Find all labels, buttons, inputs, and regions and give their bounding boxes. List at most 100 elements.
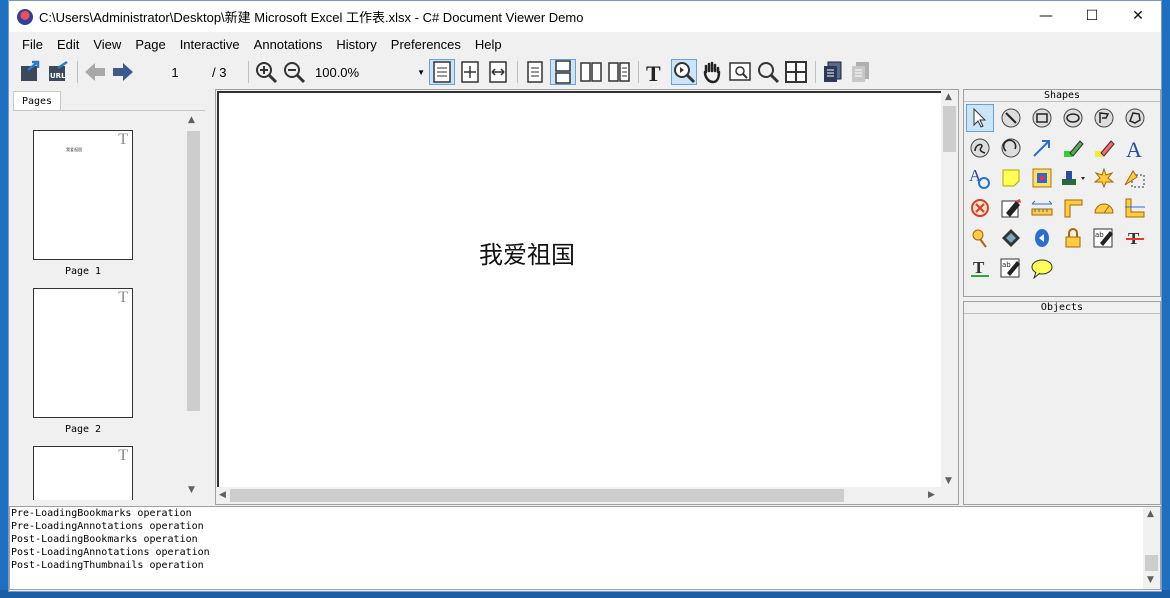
text-select-icon[interactable]: T: [643, 59, 669, 85]
callout-icon[interactable]: [1028, 254, 1056, 282]
fit-width-icon[interactable]: [485, 59, 511, 85]
line-icon[interactable]: [997, 104, 1025, 132]
zoom-tool-icon[interactable]: [671, 59, 697, 85]
pencil-icon[interactable]: [1090, 134, 1118, 162]
log-scrollbar[interactable]: ▲ ▼: [1143, 507, 1160, 589]
previous-page-icon[interactable]: [82, 59, 108, 85]
sticky-note-icon[interactable]: [997, 164, 1025, 192]
insert-text-icon[interactable]: ab: [997, 254, 1025, 282]
lock-icon[interactable]: [1059, 224, 1087, 252]
scrollbar-thumb[interactable]: [1145, 555, 1158, 571]
replace-text-icon[interactable]: ab: [1090, 224, 1118, 252]
angle-icon[interactable]: [1059, 194, 1087, 222]
chevron-down-icon[interactable]: ▼: [945, 476, 952, 486]
menu-view[interactable]: View: [86, 37, 128, 52]
document-vertical-scrollbar[interactable]: ▲ ▼: [941, 90, 958, 488]
image-icon[interactable]: [1028, 164, 1056, 192]
menu-edit[interactable]: Edit: [50, 37, 86, 52]
pointer-icon[interactable]: [966, 104, 994, 132]
continuous-view-icon[interactable]: [550, 59, 576, 85]
open-url-icon[interactable]: URL: [45, 59, 71, 85]
rectangle-icon[interactable]: [1028, 104, 1056, 132]
chevron-up-icon[interactable]: ▲: [945, 92, 952, 102]
text-marker-icon: T: [118, 447, 128, 464]
chevron-up-icon[interactable]: ▲: [1147, 509, 1154, 519]
document-text: 我爱祖国: [479, 241, 575, 269]
document-view[interactable]: 我爱祖国 ▲ ▼ ◀ ▶: [215, 89, 959, 505]
strikeout-icon[interactable]: T: [1121, 224, 1149, 252]
continuous-facing-icon[interactable]: [606, 59, 632, 85]
protractor-icon[interactable]: [1090, 194, 1118, 222]
zoom-select[interactable]: 100.0% ▼: [309, 61, 429, 83]
log-output[interactable]: Pre-LoadingBookmarks operation Pre-Loadi…: [9, 506, 1161, 590]
thumbnails-scrollbar[interactable]: ▲ ▼: [185, 111, 201, 500]
measure-icon[interactable]: [1028, 194, 1056, 222]
burst-icon[interactable]: [1090, 164, 1118, 192]
text-link-icon[interactable]: A: [966, 164, 994, 192]
menu-interactive[interactable]: Interactive: [173, 37, 247, 52]
zoom-in-icon[interactable]: [253, 59, 279, 85]
menu-annotations[interactable]: Annotations: [247, 37, 330, 52]
single-page-icon[interactable]: [429, 59, 455, 85]
scrollbar-thumb[interactable]: [230, 489, 844, 502]
marquee-zoom-icon[interactable]: [727, 59, 753, 85]
page-total-label: / 3: [212, 64, 227, 80]
page-thumbnail[interactable]: T: [33, 446, 133, 500]
log-line: Pre-LoadingAnnotations operation: [11, 521, 204, 532]
sound-icon[interactable]: [1028, 224, 1056, 252]
hand-tool-icon[interactable]: [699, 59, 725, 85]
arc-icon[interactable]: [997, 134, 1025, 162]
grid-icon[interactable]: [783, 59, 809, 85]
pin-icon[interactable]: [966, 224, 994, 252]
ellipse-icon[interactable]: [1059, 104, 1087, 132]
next-page-icon[interactable]: [110, 59, 136, 85]
marker-icon[interactable]: [997, 194, 1025, 222]
copy-pages-icon[interactable]: [820, 59, 846, 85]
tab-pages[interactable]: Pages: [13, 91, 61, 111]
curve-icon[interactable]: [966, 134, 994, 162]
underline-icon[interactable]: T: [966, 254, 994, 282]
page-thumbnail[interactable]: T 我爱祖国: [33, 130, 133, 260]
stamp-icon[interactable]: [1059, 164, 1087, 192]
polygon-icon[interactable]: [1090, 104, 1118, 132]
main-toolbar: URL / 3 100.0% ▼: [9, 57, 1161, 87]
log-line: Post-LoadingAnnotations operation: [11, 547, 210, 558]
scrollbar-thumb[interactable]: [187, 131, 200, 411]
ruler-area-icon[interactable]: [1121, 164, 1149, 192]
polyline-icon[interactable]: [1121, 104, 1149, 132]
facing-view-icon[interactable]: [578, 59, 604, 85]
highlighter-icon[interactable]: [1059, 134, 1087, 162]
erase-icon[interactable]: [966, 194, 994, 222]
close-button[interactable]: ✕: [1115, 1, 1161, 31]
chevron-down-icon[interactable]: ▼: [188, 485, 195, 495]
film-icon[interactable]: [997, 224, 1025, 252]
menu-preferences[interactable]: Preferences: [384, 37, 468, 52]
chevron-right-icon[interactable]: ▶: [928, 490, 935, 500]
fit-page-icon[interactable]: [457, 59, 483, 85]
menu-help[interactable]: Help: [468, 37, 509, 52]
ruler-icon[interactable]: [1121, 194, 1149, 222]
text-marker-icon: T: [118, 289, 128, 306]
chevron-down-icon[interactable]: ▼: [1147, 575, 1154, 585]
text-icon[interactable]: A: [1121, 134, 1149, 162]
chevron-left-icon[interactable]: ◀: [219, 490, 226, 500]
menu-history[interactable]: History: [329, 37, 383, 52]
zoom-out-icon[interactable]: [281, 59, 307, 85]
menu-file[interactable]: File: [15, 37, 50, 52]
arrow-icon[interactable]: [1028, 134, 1056, 162]
chevron-up-icon[interactable]: ▲: [188, 115, 195, 125]
single-page-view-icon[interactable]: [522, 59, 548, 85]
minimize-button[interactable]: —: [1023, 1, 1069, 31]
thumbnail-label: Page 2: [64, 424, 102, 435]
page-thumbnail[interactable]: T: [33, 288, 133, 418]
paste-pages-icon[interactable]: [848, 59, 874, 85]
menu-page[interactable]: Page: [128, 37, 172, 52]
open-file-icon[interactable]: [17, 59, 43, 85]
pages-panel: Pages T 我爱祖国 Page 1 T Page 2 T ▲ ▼: [9, 89, 209, 501]
document-page: 我爱祖国: [217, 91, 941, 489]
document-horizontal-scrollbar[interactable]: ◀ ▶: [216, 487, 958, 504]
scrollbar-thumb[interactable]: [943, 106, 956, 152]
page-number-input[interactable]: [146, 61, 204, 83]
maximize-button[interactable]: ☐: [1069, 1, 1115, 31]
magnifier-icon[interactable]: [755, 59, 781, 85]
